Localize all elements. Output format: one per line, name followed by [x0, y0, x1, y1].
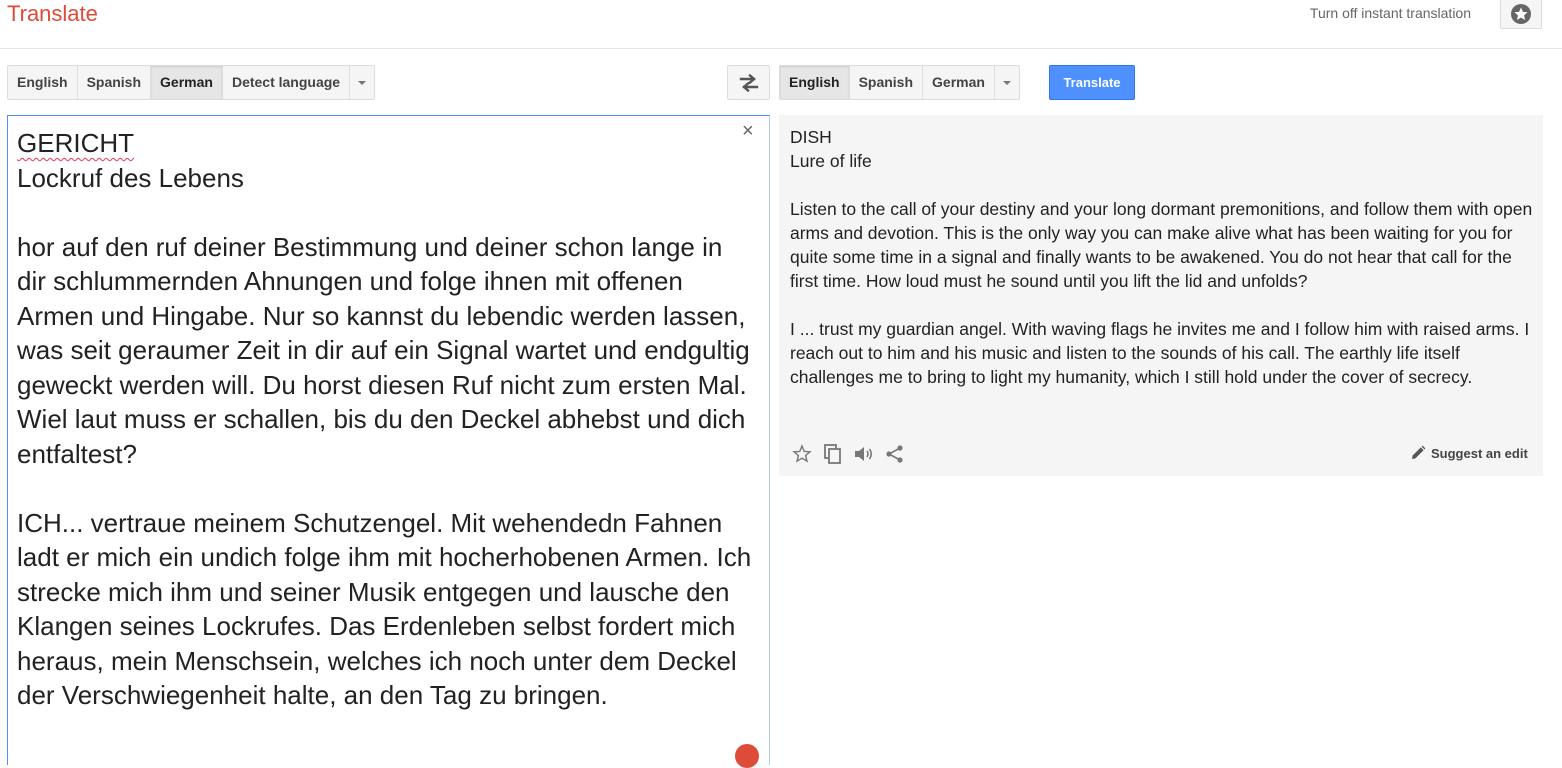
swap-icon: [739, 73, 758, 92]
source-text[interactable]: GERICHT Lockruf des Lebens hor auf den r…: [17, 126, 752, 713]
suggest-edit-label: Suggest an edit: [1431, 445, 1528, 461]
phrasebook-button[interactable]: [1500, 0, 1542, 29]
source-lang-german[interactable]: German: [151, 66, 223, 99]
result-actions: [790, 443, 907, 465]
source-lang-spanish[interactable]: Spanish: [78, 66, 152, 99]
suggest-edit-button[interactable]: Suggest an edit: [1410, 445, 1528, 461]
result-subtitle: Lure of life: [790, 151, 872, 171]
source-paragraph-2: ICH... vertraue meinem Schutzengel. Mit …: [17, 507, 752, 711]
phrasebook-star-icon: [1511, 4, 1531, 24]
target-lang-german[interactable]: German: [923, 66, 995, 99]
target-lang-english[interactable]: English: [780, 66, 850, 99]
chevron-down-icon: [358, 80, 367, 85]
source-lang-english[interactable]: English: [8, 66, 78, 99]
share-icon[interactable]: [883, 443, 907, 465]
pencil-icon: [1412, 445, 1426, 459]
translate-button[interactable]: Translate: [1049, 65, 1135, 100]
app-title[interactable]: Translate: [7, 1, 98, 27]
speaker-icon[interactable]: [852, 443, 876, 465]
source-language-bar: English Spanish German Detect language: [7, 65, 376, 100]
target-lang-spanish[interactable]: Spanish: [850, 66, 924, 99]
result-title: DISH: [790, 127, 832, 147]
star-icon[interactable]: [790, 443, 814, 465]
source-title: GERICHT: [17, 128, 134, 158]
source-lang-detect[interactable]: Detect language: [223, 66, 351, 99]
top-bar: Translate Turn off instant translation: [0, 0, 1562, 49]
source-subtitle: Lockruf des Lebens: [17, 162, 244, 193]
result-text: DISH Lure of life Listen to the call of …: [790, 125, 1535, 389]
result-paragraph-2: I ... trust my guardian angel. With wavi…: [790, 319, 1530, 387]
input-tools-badge[interactable]: [735, 744, 759, 768]
chevron-down-icon: [1002, 80, 1011, 85]
result-paragraph-1: Listen to the call of your destiny and y…: [790, 199, 1533, 291]
target-language-bar: English Spanish German: [779, 65, 1020, 100]
source-lang-dropdown[interactable]: [350, 66, 374, 99]
swap-languages-button[interactable]: [727, 65, 770, 100]
copy-icon[interactable]: [821, 443, 845, 465]
instant-translation-toggle[interactable]: Turn off instant translation: [1310, 5, 1471, 21]
target-lang-dropdown[interactable]: [995, 66, 1019, 99]
source-paragraph-1: hor auf den ruf deiner Bestimmung und de…: [17, 231, 750, 469]
